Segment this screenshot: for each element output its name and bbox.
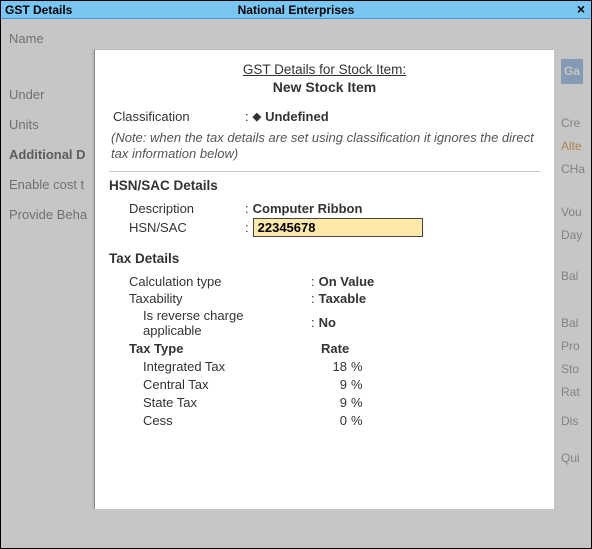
hsnsac-input[interactable] xyxy=(253,218,423,237)
title-bar: GST Details National Enterprises × xyxy=(1,1,591,19)
hsnsac-label: HSN/SAC xyxy=(109,220,245,235)
background-right-labels: Ga Cre Alte CHa Vou Day Bal Bal Pro Sto … xyxy=(561,59,587,470)
bg-label-name: Name xyxy=(9,25,87,53)
tax-details-section-header: Tax Details xyxy=(109,251,540,266)
bg-right-rat: Rat xyxy=(561,381,587,404)
description-row: Description : Computer Ribbon xyxy=(109,201,540,216)
bg-right-cre: Cre xyxy=(561,112,587,135)
reverse-charge-value[interactable]: No xyxy=(315,315,336,330)
bg-right-day: Day xyxy=(561,224,587,247)
classification-label: Classification xyxy=(109,109,245,124)
hsn-section-header: HSN/SAC Details xyxy=(109,178,540,193)
reverse-charge-row: Is reverse charge applicable : No xyxy=(109,308,540,338)
title-center: National Enterprises xyxy=(1,3,591,17)
tax-row-central: Central Tax 9 % xyxy=(109,377,540,392)
tax-grid-header: Tax Type Rate xyxy=(109,341,540,356)
classification-note: (Note: when the tax details are set usin… xyxy=(111,130,538,163)
bg-right-cha: CHa xyxy=(561,158,587,181)
bg-label-under: Under xyxy=(9,81,87,109)
bg-right-qui: Qui xyxy=(561,447,587,470)
calc-type-row: Calculation type : On Value xyxy=(109,274,540,289)
reverse-charge-label: Is reverse charge applicable xyxy=(109,308,297,338)
classification-value-text: Undefined xyxy=(265,109,329,124)
bg-right-ga: Ga xyxy=(561,59,583,84)
bg-right-vou: Vou xyxy=(561,201,587,224)
diamond-icon: ◆ xyxy=(253,110,261,123)
bg-right-pro: Pro xyxy=(561,335,587,358)
hsnsac-row: HSN/SAC : xyxy=(109,218,540,237)
bg-label-additional: Additional D xyxy=(9,141,87,169)
tax-pct-integrated: % xyxy=(351,359,367,374)
description-label: Description xyxy=(109,201,245,216)
bg-right-bal1: Bal xyxy=(561,265,587,288)
tax-row-cess: Cess 0 % xyxy=(109,413,540,428)
tax-type-grid: Tax Type Rate Integrated Tax 18 % Centra… xyxy=(109,341,540,428)
tax-name-integrated: Integrated Tax xyxy=(109,359,307,374)
divider xyxy=(109,171,540,172)
tax-rate-cess[interactable]: 0 xyxy=(307,413,351,428)
bg-label-units: Units xyxy=(9,111,87,139)
tax-rate-integrated[interactable]: 18 xyxy=(307,359,351,374)
tax-row-integrated: Integrated Tax 18 % xyxy=(109,359,540,374)
bg-right-sto: Sto xyxy=(561,358,587,381)
taxability-label: Taxability xyxy=(109,291,293,306)
bg-right-alte: Alte xyxy=(561,135,587,158)
bg-label-enable-cost: Enable cost t xyxy=(9,171,87,199)
tax-name-cess: Cess xyxy=(109,413,307,428)
rate-header: Rate xyxy=(321,341,365,356)
classification-row: Classification : ◆Undefined xyxy=(109,109,540,124)
tax-name-central: Central Tax xyxy=(109,377,307,392)
window: GST Details National Enterprises × Name … xyxy=(0,0,592,549)
bg-right-bal2: Bal xyxy=(561,312,587,335)
tax-row-state: State Tax 9 % xyxy=(109,395,540,410)
calc-type-value[interactable]: On Value xyxy=(315,274,375,289)
panel-title: GST Details for Stock Item: xyxy=(109,62,540,77)
tax-type-header: Tax Type xyxy=(109,341,307,356)
panel-subtitle: New Stock Item xyxy=(109,79,540,95)
title-left: GST Details xyxy=(5,3,72,17)
gst-details-panel: GST Details for Stock Item: New Stock It… xyxy=(94,49,554,509)
taxability-row: Taxability : Taxable xyxy=(109,291,540,306)
bg-right-dis: Dis xyxy=(561,410,587,433)
tax-name-state: State Tax xyxy=(109,395,307,410)
tax-pct-state: % xyxy=(351,395,367,410)
description-value[interactable]: Computer Ribbon xyxy=(249,201,363,216)
tax-rate-central[interactable]: 9 xyxy=(307,377,351,392)
bg-label-provide-beh: Provide Beha xyxy=(9,201,87,229)
tax-rate-state[interactable]: 9 xyxy=(307,395,351,410)
classification-value[interactable]: ◆ Undefined xyxy=(249,109,329,124)
close-icon[interactable]: × xyxy=(577,1,585,17)
background-left-labels: Name Under Units Additional D Enable cos… xyxy=(9,25,87,231)
calc-type-label: Calculation type xyxy=(109,274,293,289)
tax-pct-central: % xyxy=(351,377,367,392)
tax-pct-cess: % xyxy=(351,413,367,428)
taxability-value[interactable]: Taxable xyxy=(315,291,366,306)
